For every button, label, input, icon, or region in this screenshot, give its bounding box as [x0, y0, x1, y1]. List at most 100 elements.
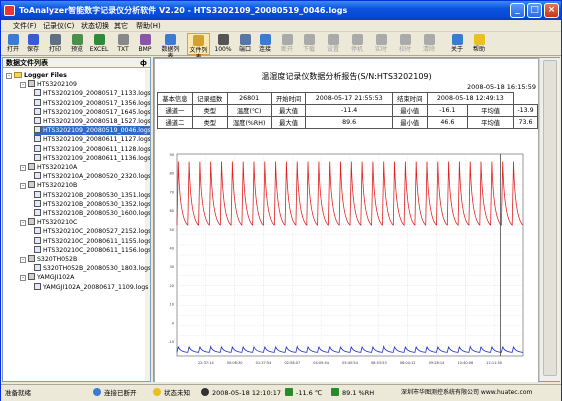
- menu-file[interactable]: 文件(F): [13, 21, 37, 31]
- toolbar-button-help[interactable]: 帮助: [469, 33, 489, 55]
- collapse-icon[interactable]: -: [20, 165, 26, 171]
- menu-help[interactable]: 帮助(H): [136, 21, 161, 31]
- toolbar-label: 预览: [70, 46, 83, 53]
- toolbar-label: 清除: [422, 46, 435, 53]
- info-cell: 73.6: [513, 116, 538, 129]
- filelist-icon: [193, 35, 204, 46]
- toolbar-button-about[interactable]: 关于: [447, 33, 467, 55]
- toolbar-button-disconnect[interactable]: 断开: [277, 33, 297, 55]
- file-icon: [34, 126, 41, 134]
- toolbar-button-realtime[interactable]: 实时: [371, 33, 391, 55]
- tree-file-item[interactable]: HTS320210C_20080527_2152.logs: [34, 227, 150, 236]
- tree-item-label: HTS3202109: [37, 81, 77, 89]
- toolbar-button-zoom[interactable]: 100%: [213, 33, 233, 55]
- y-tick-label: 60: [170, 209, 174, 213]
- info-cell: 通道二: [157, 116, 193, 129]
- temperature-text: -11.6 ℃: [296, 389, 323, 397]
- file-list-header: 数据文件列表 ф: [3, 58, 150, 68]
- tree-file-item[interactable]: HTS320210B_20080530_1600.logs: [34, 209, 150, 218]
- toolbar-button-save[interactable]: 保存: [23, 33, 43, 55]
- minimize-button[interactable]: _: [510, 3, 525, 18]
- x-tick-label: 05:40:54: [342, 361, 358, 365]
- toolbar-button-download[interactable]: 下载: [299, 33, 319, 55]
- status-state: 状态未知: [153, 385, 190, 401]
- file-icon: [34, 199, 41, 207]
- y-tick-label: 20: [170, 284, 174, 288]
- toolbar-button-clock[interactable]: 校时: [395, 33, 415, 55]
- status-temperature: -11.6 ℃: [285, 385, 322, 401]
- report-page: 温湿度记录仪数据分析报告(S/N:HTS3202109) 2008-05-18 …: [155, 59, 538, 382]
- tree-file-item[interactable]: HTS3202109_20080518_1527.logs: [34, 117, 150, 126]
- maximize-button[interactable]: □: [527, 3, 542, 18]
- tree-device-node[interactable]: - S320TH052B: [20, 255, 77, 264]
- tree-file-item[interactable]: HTS3202109_20080611_1136.logs: [34, 153, 150, 163]
- tree-item-label: S320TH052B: [37, 256, 78, 263]
- tree-file-item[interactable]: HTS320210C_20080611_1156.logs: [34, 245, 150, 255]
- menu-other[interactable]: 其它: [114, 21, 128, 31]
- tree-file-item[interactable]: YAMGJI102A_20080617_1109.logs: [34, 282, 148, 292]
- collapse-icon[interactable]: -: [20, 257, 26, 263]
- tree-file-item[interactable]: HTS320210C_20080611_1155.logs: [34, 236, 150, 246]
- toolbar-button-datalist[interactable]: 数据列表: [159, 33, 182, 60]
- menu-logger[interactable]: 记录仪(C): [43, 21, 74, 31]
- collapse-icon[interactable]: -: [6, 73, 12, 79]
- connection-icon: [93, 388, 101, 396]
- report-info-table: 基本信息 记录组数 26801 开始时间 2008-05-17 21:55:53 结束时间…: [157, 92, 538, 129]
- device-icon: [28, 218, 35, 226]
- collapse-icon[interactable]: -: [20, 275, 26, 282]
- toolbar-button-stop[interactable]: 停机: [347, 33, 367, 55]
- settings-icon: [327, 34, 339, 45]
- app-window: ToAnalyzer智能数字记录仪分析软件 V2.20 - HTS3202109…: [0, 0, 562, 401]
- file-icon: [34, 236, 41, 244]
- tree-device-node[interactable]: - YAMGJI102A: [20, 273, 74, 282]
- tree-file-item[interactable]: HTS320210B_20080530_1352.logs: [34, 199, 150, 209]
- toolbar-button-print[interactable]: 打印: [45, 33, 65, 55]
- toolbar-button-excel[interactable]: EXCEL: [89, 33, 109, 55]
- status-bar: 准备就绪 连接已断开 状态未知 2008-05-18 12:10:17 -11.…: [1, 384, 561, 401]
- menu-state-switch[interactable]: 状态切换: [81, 21, 109, 31]
- txt-icon: [117, 34, 129, 45]
- tree-device-node[interactable]: - HTS320210B: [20, 181, 77, 190]
- toolbar-button-txt[interactable]: TXT: [113, 33, 133, 55]
- info-row: 通道一 类型 温度(℃) 最大值 -11.4 最小值 -16.1 平均值 -13.9: [157, 104, 538, 117]
- port-icon: [239, 34, 251, 45]
- toolbar-button-bmp[interactable]: BMP: [135, 33, 155, 55]
- info-cell: 最大值: [270, 116, 307, 129]
- info-cell: 平均值: [467, 104, 515, 117]
- collapse-icon[interactable]: -: [20, 220, 26, 227]
- tree-file-item[interactable]: HTS3202109_20080611_1127.logs: [34, 135, 150, 144]
- tree-file-item[interactable]: HTS320210A_20080520_2320.logs: [34, 172, 150, 181]
- tree-device-node[interactable]: - HTS3202109: [20, 80, 77, 89]
- toolbar-button-filelist[interactable]: 文件列表: [187, 33, 210, 61]
- collapse-icon[interactable]: -: [20, 82, 26, 89]
- toolbar-button-settings[interactable]: 设置: [323, 33, 343, 55]
- info-row: 通道二 类型 湿度(%RH) 最大值 89.6 最小值 46.6 平均值 73.6: [157, 116, 538, 129]
- close-button[interactable]: ×: [544, 3, 559, 18]
- report-scrollbar[interactable]: [539, 58, 560, 381]
- pin-icon[interactable]: ф: [140, 58, 147, 68]
- report-view: 温湿度记录仪数据分析报告(S/N:HTS3202109) 2008-05-18 …: [153, 57, 560, 382]
- tree-device-node[interactable]: - HTS320210A: [20, 163, 77, 172]
- tree-root-folder[interactable]: - Logger Files: [6, 71, 67, 80]
- report-scroll-thumb[interactable]: [543, 60, 557, 376]
- tree-file-item[interactable]: HTS3202109_20080517_1356.logs: [34, 98, 150, 108]
- tree-file-item[interactable]: HTS320210B_20080530_1351.logs: [34, 190, 150, 200]
- toolbar-label: 关于: [450, 46, 463, 53]
- tree-file-item[interactable]: S320TH052B_20080530_1803.logs: [34, 264, 150, 273]
- info-cell: 温度(℃): [226, 104, 272, 117]
- tree-item-label: HTS3202109_20080519_0046.logs: [43, 127, 150, 135]
- toolbar-button-open[interactable]: 打开: [3, 33, 23, 55]
- tree-file-item[interactable]: HTS3202109_20080517_1133.logs: [34, 89, 150, 98]
- toolbar-button-clear[interactable]: 清除: [419, 33, 439, 55]
- status-connection: 连接已断开: [93, 385, 137, 401]
- toolbar-button-connect[interactable]: 连接: [255, 33, 275, 55]
- tree-device-node[interactable]: - HTS320210C: [20, 218, 77, 227]
- toolbar-button-port[interactable]: 端口: [235, 33, 255, 55]
- toolbar-button-preview[interactable]: 预览: [67, 33, 87, 55]
- tree-file-item[interactable]: HTS3202109_20080611_1128.logs: [34, 144, 150, 154]
- state-text: 状态未知: [164, 389, 190, 397]
- tree-file-item[interactable]: HTS3202109_20080517_1645.logs: [34, 107, 150, 117]
- collapse-icon[interactable]: -: [20, 183, 26, 190]
- tree-file-item[interactable]: HTS3202109_20080519_0046.logs: [34, 126, 150, 136]
- save-icon: [27, 34, 39, 45]
